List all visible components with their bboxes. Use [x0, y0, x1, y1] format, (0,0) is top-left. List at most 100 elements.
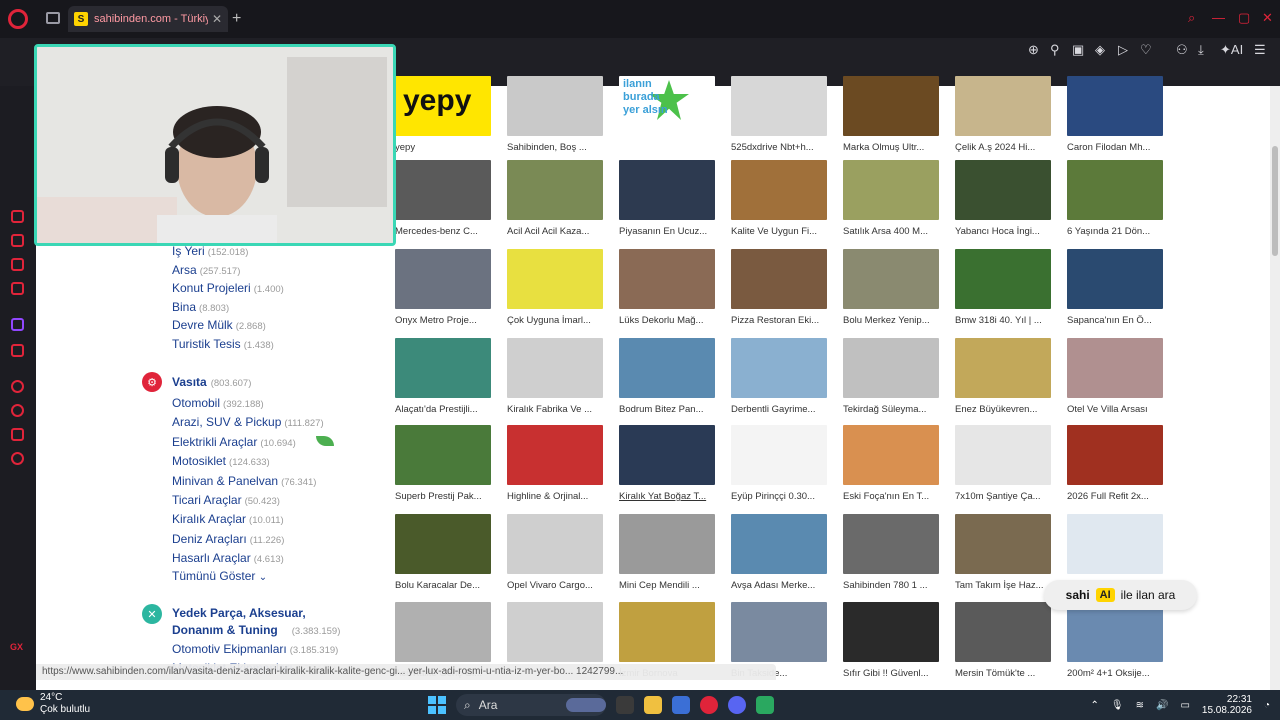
subcategory-item[interactable]: Otomotiv Ekipmanları (3.185.319) [172, 642, 338, 656]
listing-thumbnail[interactable] [395, 160, 491, 220]
heart-icon[interactable]: ♡ [1140, 42, 1152, 58]
clock[interactable]: 22:31 15.08.2026 [1202, 694, 1252, 716]
player-icon[interactable] [11, 380, 24, 393]
listing-caption[interactable]: Onyx Metro Proje... [395, 315, 495, 326]
listing-caption[interactable]: Mini Cep Mendili ... [619, 580, 719, 591]
listing-caption[interactable]: Lüks Dekorlu Mağ... [619, 315, 719, 326]
listing-thumbnail[interactable] [731, 514, 827, 574]
listing-thumbnail[interactable] [1067, 514, 1163, 574]
listing-card[interactable]: Pizza Restoran Eki... [731, 249, 828, 326]
listing-thumbnail[interactable] [731, 76, 827, 136]
listing-caption[interactable]: Superb Prestij Pak... [395, 491, 495, 502]
download-icon[interactable]: ⤓ [1198, 42, 1204, 58]
listing-caption[interactable]: Sahibinden, Boş ... [507, 142, 607, 153]
zoom-icon[interactable]: ⊕ [1028, 42, 1039, 58]
maximize-icon[interactable]: ▢ [1238, 10, 1250, 26]
page-scrollbar[interactable] [1270, 86, 1280, 690]
listing-card[interactable]: Superb Prestij Pak... [395, 425, 492, 502]
listing-caption[interactable]: Bolu Karacalar De... [395, 580, 495, 591]
listing-caption[interactable]: Sapanca'nın En Ö... [1067, 315, 1167, 326]
listing-caption[interactable]: Derbentli Gayrime... [731, 404, 831, 415]
listing-caption[interactable]: Eyüp Pirinççi 0.30... [731, 491, 831, 502]
listing-caption[interactable]: Caron Filodan Mh... [1067, 142, 1167, 153]
subcategory-item[interactable]: Motosiklet (124.633) [172, 454, 270, 468]
listing-card[interactable]: Tekirdağ Süleyma... [843, 338, 940, 415]
listing-card[interactable]: Acil Acil Acil Kaza... [507, 160, 604, 237]
listing-caption[interactable]: Alaçatı'da Prestijli... [395, 404, 495, 415]
listing-thumbnail[interactable]: yepy [395, 76, 491, 136]
listing-thumbnail[interactable] [1067, 338, 1163, 398]
listing-thumbnail[interactable] [395, 249, 491, 309]
subcategory-item[interactable]: Minivan & Panelvan (76.341) [172, 474, 316, 488]
twitch-icon[interactable] [11, 318, 24, 331]
listing-card[interactable]: Highline & Orjinal... [507, 425, 604, 502]
gx-icon[interactable]: GX [10, 642, 23, 652]
listing-caption[interactable]: Çok Uyguna İmarl... [507, 315, 607, 326]
listing-thumbnail[interactable] [955, 76, 1051, 136]
listing-card[interactable]: 525dxdrive Nbt+h... [731, 76, 828, 153]
listing-card[interactable]: Kiralık Yat Boğaz T... [619, 425, 716, 502]
sahi-ai-search-button[interactable]: sahi AI ile ilan ara [1044, 580, 1197, 610]
listing-card[interactable]: 200m² 4+1 Oksije... [1067, 602, 1164, 679]
store-icon[interactable] [672, 696, 690, 714]
snapshot-icon[interactable]: ▣ [1072, 42, 1084, 58]
close-window-icon[interactable]: ✕ [1262, 10, 1273, 26]
listing-card[interactable]: yepy yepy [395, 76, 492, 153]
listing-caption[interactable]: Kalite Ve Uygun Fi... [731, 226, 831, 237]
listing-card[interactable]: Mercedes-benz C... [395, 160, 492, 237]
scrollbar-thumb[interactable] [1272, 146, 1278, 256]
profile-icon[interactable]: ⚇ [1176, 42, 1188, 58]
listing-card[interactable]: Avşa Adası Merke... [731, 514, 828, 591]
listing-card[interactable]: Mersin Tömük'te ... [955, 602, 1052, 679]
listing-card[interactable]: Tam Takım İşe Haz... [955, 514, 1052, 591]
listing-thumbnail[interactable] [731, 160, 827, 220]
category-vasita[interactable]: Vasıta (803.607) [172, 375, 251, 389]
settings-icon[interactable] [11, 452, 24, 465]
listing-thumbnail[interactable] [955, 160, 1051, 220]
listing-caption[interactable]: Bmw 318i 40. Yıl | ... [955, 315, 1055, 326]
tab-islands-icon[interactable] [46, 12, 60, 24]
subcategory-item[interactable]: Hasarlı Araçlar (4.613) [172, 551, 284, 565]
listing-card[interactable]: Sapanca'nın En Ö... [1067, 249, 1164, 326]
listing-thumbnail[interactable] [731, 425, 827, 485]
listing-card[interactable]: ilanın burada yer alsın [619, 76, 716, 142]
listing-thumbnail[interactable] [843, 76, 939, 136]
shield-icon[interactable]: ◈ [1095, 42, 1105, 58]
listing-thumbnail[interactable] [843, 514, 939, 574]
listing-card[interactable]: Mini Cep Mendili ... [619, 514, 716, 591]
file-explorer-icon[interactable] [644, 696, 662, 714]
subcategory-item[interactable]: Otomobil (392.188) [172, 396, 264, 410]
listing-thumbnail[interactable] [619, 249, 715, 309]
listing-thumbnail[interactable] [1067, 602, 1163, 662]
listing-caption[interactable]: Tekirdağ Süleyma... [843, 404, 943, 415]
listing-thumbnail[interactable] [619, 338, 715, 398]
subcategory-item[interactable]: İş Yeri (152.018) [172, 244, 248, 258]
listing-thumbnail[interactable] [395, 514, 491, 574]
discord-icon[interactable] [728, 696, 746, 714]
listing-card[interactable]: Bolu Merkez Yenip... [843, 249, 940, 326]
listing-card[interactable]: Opel Vivaro Cargo... [507, 514, 604, 591]
listing-card[interactable]: Bmw 318i 40. Yıl | ... [955, 249, 1052, 326]
listing-card[interactable]: Bodrum Bitez Pan... [619, 338, 716, 415]
listing-thumbnail[interactable] [1067, 76, 1163, 136]
listing-card[interactable]: Lüks Dekorlu Mağ... [619, 249, 716, 326]
listing-card[interactable]: Eski Foça'nın En T... [843, 425, 940, 502]
ai-icon[interactable]: ✦AI [1220, 42, 1243, 58]
subcategory-item[interactable]: Deniz Araçları (11.226) [172, 532, 284, 546]
listing-thumbnail[interactable] [507, 76, 603, 136]
pin-icon[interactable]: ⚲ [1050, 42, 1060, 58]
listing-thumbnail[interactable] [955, 249, 1051, 309]
listing-card[interactable]: Enez Büyükevren... [955, 338, 1052, 415]
listing-thumbnail[interactable] [843, 425, 939, 485]
menu-icon[interactable]: ☰ [1254, 42, 1266, 58]
opera-logo-icon[interactable] [8, 9, 28, 29]
listing-thumbnail[interactable] [843, 160, 939, 220]
close-tab-icon[interactable]: ✕ [212, 12, 222, 26]
listing-thumbnail[interactable] [731, 338, 827, 398]
mail-icon[interactable] [11, 282, 24, 295]
listing-card[interactable]: Derbentli Gayrime... [731, 338, 828, 415]
listing-card[interactable]: Otel Ve Villa Arsası [1067, 338, 1164, 415]
listing-thumbnail[interactable] [395, 602, 491, 662]
listing-thumbnail[interactable] [955, 425, 1051, 485]
opera-gx-taskbar-icon[interactable] [700, 696, 718, 714]
